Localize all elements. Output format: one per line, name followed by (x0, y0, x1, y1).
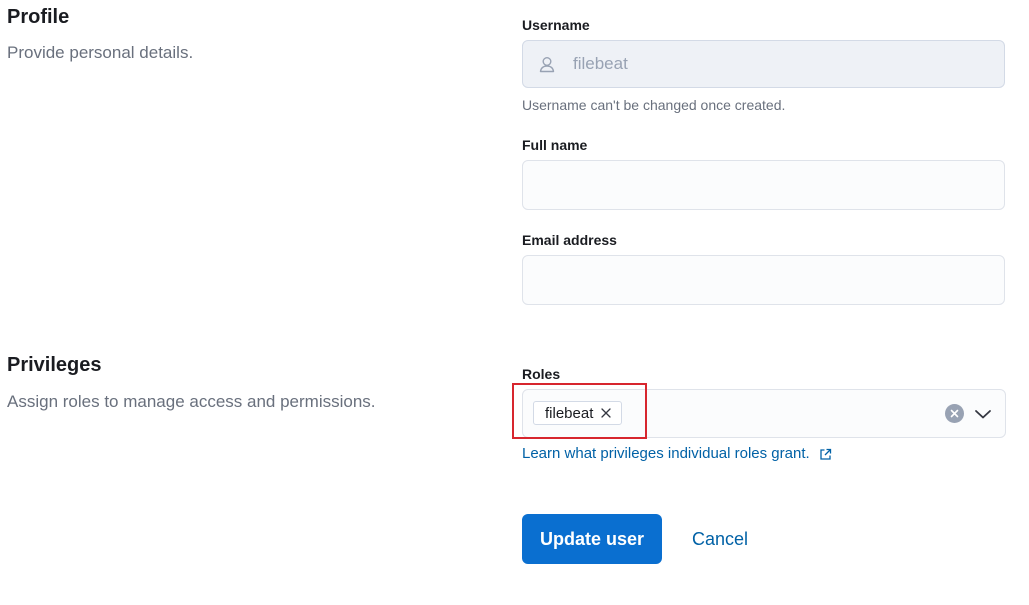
username-help-text: Username can't be changed once created. (522, 97, 786, 113)
roles-help-link[interactable]: Learn what privileges individual roles g… (522, 445, 832, 463)
update-user-button[interactable]: Update user (522, 514, 662, 564)
email-input[interactable] (523, 256, 1004, 304)
role-pill-label: filebeat (545, 404, 594, 422)
cancel-button[interactable]: Cancel (692, 514, 748, 564)
user-icon (537, 54, 557, 74)
roles-label: Roles (522, 366, 561, 382)
clear-circle-icon[interactable] (945, 404, 964, 423)
roles-combobox[interactable]: filebeat (522, 389, 1006, 438)
external-link-icon (819, 448, 832, 461)
profile-section-title: Profile (7, 6, 70, 28)
chevron-down-icon[interactable] (973, 404, 993, 424)
full-name-input[interactable] (523, 161, 1004, 209)
profile-section-description: Provide personal details. (7, 43, 194, 62)
username-label: Username (522, 17, 590, 33)
username-value: filebeat (573, 54, 628, 73)
cross-icon[interactable] (601, 408, 612, 418)
roles-help-link-label: Learn what privileges individual roles g… (522, 445, 810, 462)
privileges-section-title: Privileges (7, 354, 102, 376)
user-edit-form: Profile Provide personal details. Userna… (0, 0, 1029, 605)
full-name-label: Full name (522, 137, 588, 153)
username-field: filebeat (522, 40, 1005, 88)
privileges-section-description: Assign roles to manage access and permis… (7, 392, 376, 411)
role-pill: filebeat (533, 401, 623, 425)
email-label: Email address (522, 232, 617, 248)
email-field[interactable] (522, 255, 1005, 305)
full-name-field[interactable] (522, 160, 1005, 210)
